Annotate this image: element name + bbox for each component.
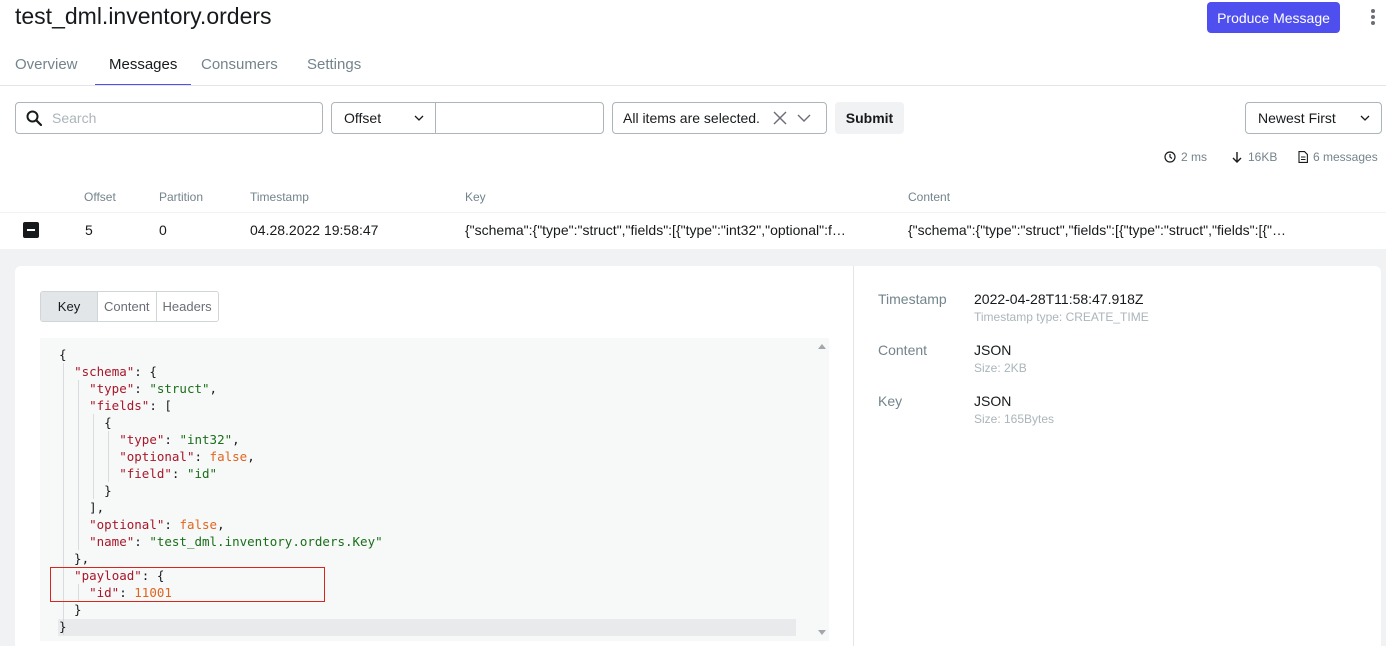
meta-sub-key: Size: 165Bytes xyxy=(974,412,1055,426)
meta-sub-timestamp: Timestamp type: CREATE_TIME xyxy=(974,310,1149,324)
row-key-preview[interactable]: {"schema":{"type":"struct","fields":[{"t… xyxy=(465,222,885,238)
elapsed-time: 2 ms xyxy=(1181,150,1208,164)
scroll-up-arrow-icon[interactable] xyxy=(818,344,826,349)
tab-overview[interactable]: Overview xyxy=(15,56,78,85)
row-partition: 0 xyxy=(159,222,167,238)
view-tab-headers[interactable]: Headers xyxy=(156,292,218,321)
arrow-down-icon xyxy=(1232,152,1242,163)
produce-message-button[interactable]: Produce Message xyxy=(1207,2,1340,33)
column-header-partition[interactable]: Partition xyxy=(159,190,203,204)
message-count: 6 messages xyxy=(1313,150,1378,164)
partitions-select[interactable]: All items are selected. xyxy=(612,102,827,134)
tab-consumers[interactable]: Consumers xyxy=(201,56,278,85)
page-title: test_dml.inventory.orders xyxy=(15,3,272,29)
elapsed-time-stat: 2 ms xyxy=(1164,150,1207,164)
row-timestamp: 04.28.2022 19:58:47 xyxy=(250,222,379,238)
meta-sub-content: Size: 2KB xyxy=(974,361,1027,375)
panel-divider xyxy=(853,266,854,646)
chevron-down-icon xyxy=(414,115,424,121)
meta-value-content: JSON xyxy=(974,342,1012,358)
search-icon xyxy=(26,110,42,126)
submit-button[interactable]: Submit xyxy=(835,102,904,134)
tab-messages[interactable]: Messages xyxy=(95,56,191,85)
bytes-consumed: 16KB xyxy=(1248,150,1278,164)
meta-label-timestamp: Timestamp xyxy=(878,291,947,307)
file-icon xyxy=(1298,151,1308,163)
seek-value-input[interactable] xyxy=(435,102,604,134)
chevron-down-icon xyxy=(1360,115,1370,121)
column-header-offset[interactable]: Offset xyxy=(84,190,116,204)
column-header-key[interactable]: Key xyxy=(465,190,486,204)
bytes-stat: 16KB xyxy=(1231,150,1277,164)
payload-highlight-box xyxy=(50,567,325,602)
tab-settings[interactable]: Settings xyxy=(307,56,361,85)
meta-label-key: Key xyxy=(878,393,903,409)
messages-stat: 6 messages xyxy=(1298,150,1378,164)
seek-type-value: Offset xyxy=(344,110,382,126)
meta-value-key: JSON xyxy=(974,393,1012,409)
scroll-down-arrow-icon[interactable] xyxy=(818,630,826,635)
clock-icon xyxy=(1164,151,1176,163)
row-offset: 5 xyxy=(85,222,93,238)
view-tab-content[interactable]: Content xyxy=(98,292,157,321)
meta-label-content: Content xyxy=(878,342,928,358)
search-box xyxy=(15,102,323,134)
tab-bar: Overview Messages Consumers Settings xyxy=(0,45,1386,86)
sort-select[interactable]: Newest First xyxy=(1245,102,1382,134)
clear-icon[interactable] xyxy=(773,111,787,125)
column-header-timestamp[interactable]: Timestamp xyxy=(250,190,309,204)
more-vertical-icon[interactable] xyxy=(1367,7,1379,27)
view-tab-key[interactable]: Key xyxy=(41,292,98,321)
json-viewer-scrollbar[interactable] xyxy=(815,338,829,641)
row-content-preview[interactable]: {"schema":{"type":"struct","fields":[{"t… xyxy=(908,222,1328,238)
column-header-content[interactable]: Content xyxy=(908,190,950,204)
chevron-down-icon xyxy=(797,114,811,122)
partitions-value: All items are selected. xyxy=(623,110,760,126)
search-input[interactable] xyxy=(52,110,302,126)
meta-value-timestamp: 2022-04-28T11:58:47.918Z xyxy=(974,291,1144,307)
view-switcher: Key Content Headers xyxy=(40,291,219,322)
header-divider xyxy=(0,212,1386,213)
collapse-icon[interactable] xyxy=(23,222,39,238)
sort-value: Newest First xyxy=(1258,110,1336,126)
seek-type-select[interactable]: Offset xyxy=(331,102,436,134)
